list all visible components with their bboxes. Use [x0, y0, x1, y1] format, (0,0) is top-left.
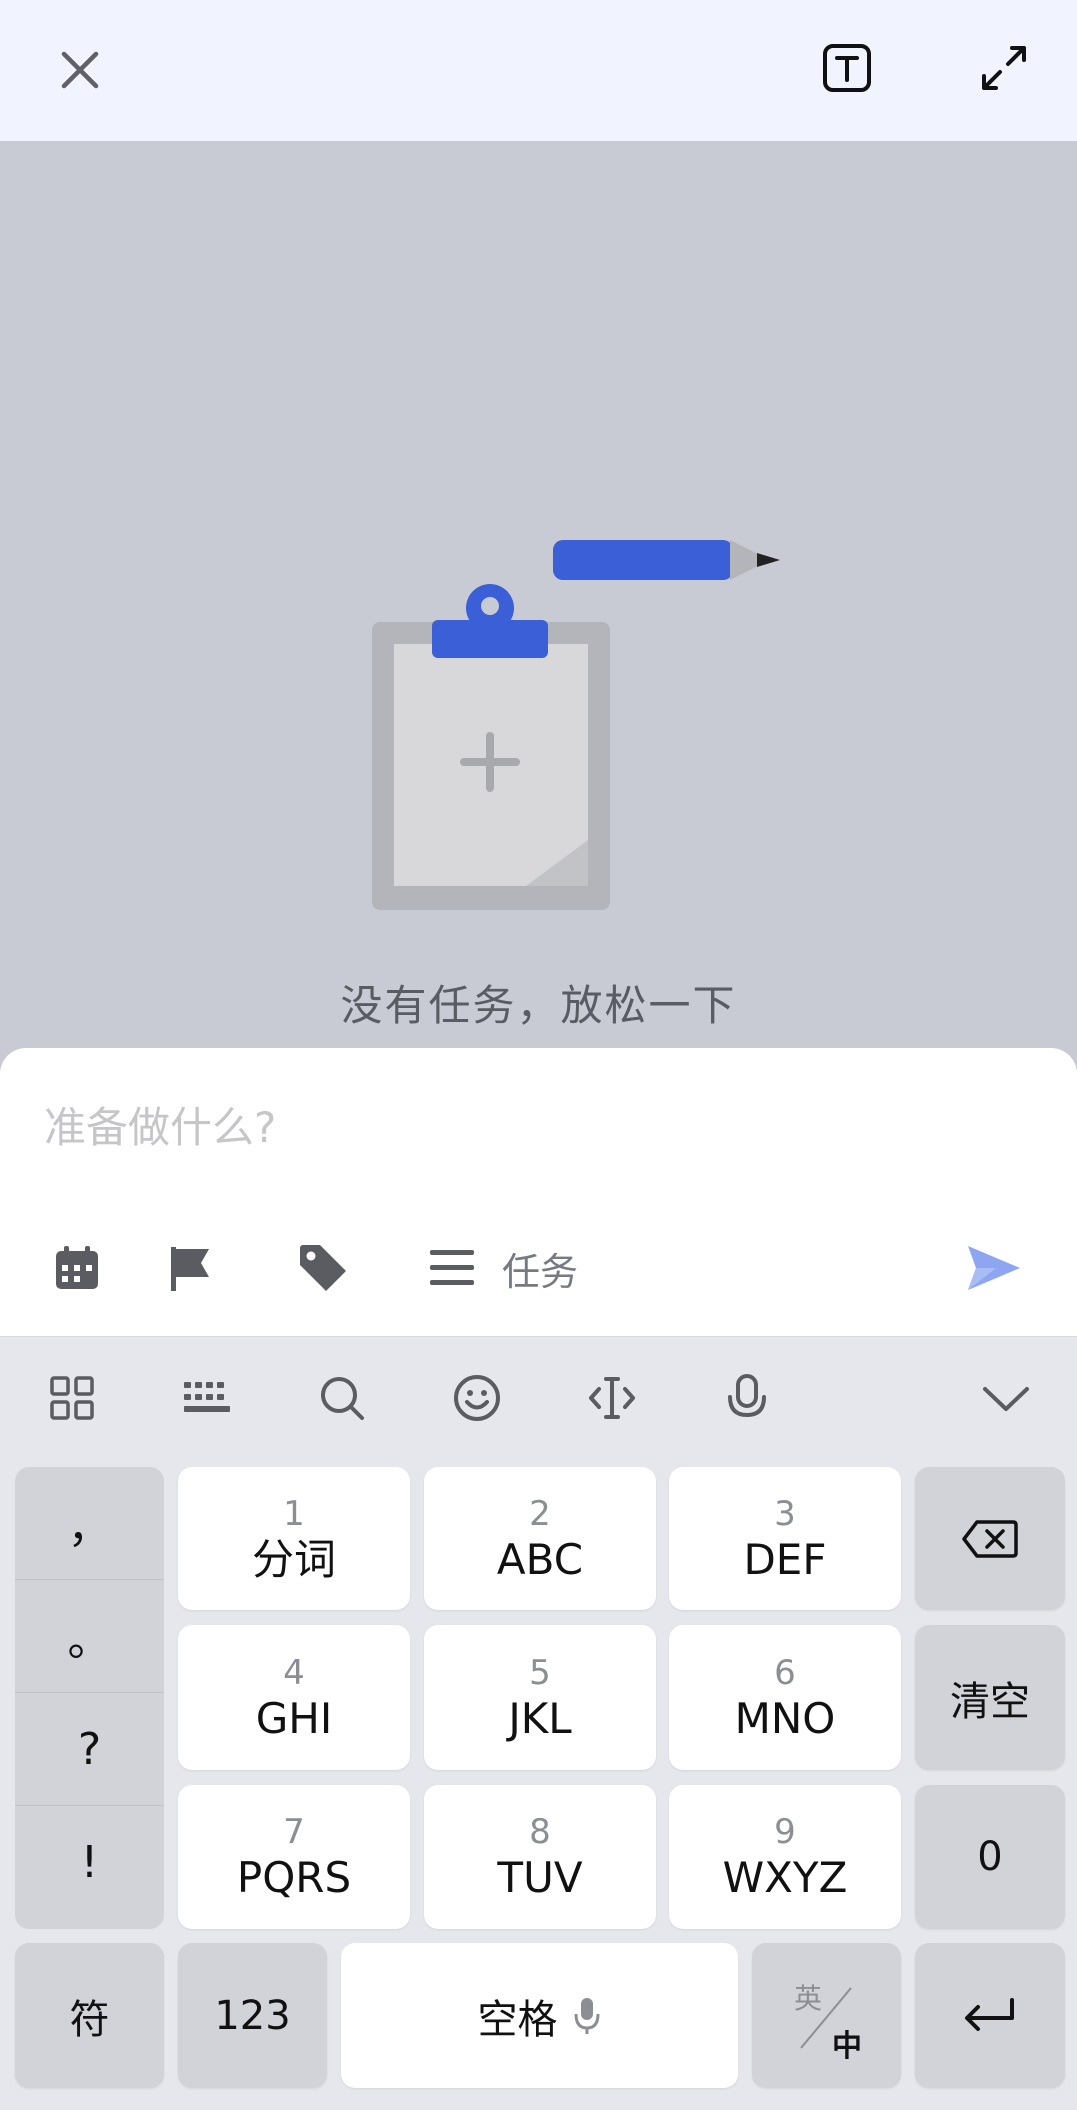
key-4[interactable]: 4 GHI — [178, 1625, 410, 1770]
punct-key[interactable]: 。 — [15, 1580, 164, 1693]
kb-toolbar-cursor[interactable] — [580, 1366, 644, 1430]
key-letters: DEF — [743, 1534, 827, 1584]
close-button[interactable] — [40, 30, 120, 110]
key-number: 4 — [283, 1652, 305, 1693]
key-number: 1 — [283, 1493, 305, 1534]
kb-toolbar-emoji[interactable] — [445, 1366, 509, 1430]
key-number: 2 — [529, 1493, 551, 1534]
text-mode-button[interactable] — [807, 28, 887, 108]
keyboard-icon — [184, 1382, 230, 1412]
send-button[interactable] — [962, 1236, 1026, 1300]
empty-state-message: 没有任务，放松一下 — [340, 981, 737, 1030]
numeric-label: 123 — [214, 1992, 291, 2039]
key-number: 7 — [283, 1812, 305, 1852]
cursor-icon — [589, 1377, 635, 1419]
key-letters: WXYZ — [722, 1853, 848, 1902]
grid-icon — [50, 1376, 94, 1420]
zero-label: 0 — [977, 1834, 1003, 1880]
microphone-icon — [728, 1374, 766, 1418]
key-number: 9 — [774, 1812, 796, 1852]
key-number: 3 — [774, 1493, 796, 1534]
expand-button[interactable] — [964, 28, 1044, 108]
kb-toolbar-keyboard[interactable] — [175, 1366, 239, 1430]
enter-icon — [965, 1997, 1014, 2031]
key-5[interactable]: 5 JKL — [424, 1625, 656, 1770]
space-label: 空格 — [477, 1996, 558, 2043]
list-label: 任务 — [502, 1249, 579, 1294]
key-letters: ABC — [496, 1534, 584, 1584]
language-switch-key[interactable]: 英 中 — [752, 1943, 901, 2088]
close-icon — [61, 51, 99, 89]
key-2[interactable]: 2 ABC — [424, 1467, 656, 1610]
punct-key[interactable]: ? — [15, 1693, 164, 1806]
key-letters: JKL — [508, 1693, 572, 1743]
punctuation-column: ， 。 ? ! — [15, 1467, 164, 1929]
text-box-icon — [823, 44, 871, 92]
key-7[interactable]: 7 PQRS — [178, 1785, 410, 1929]
space-key[interactable]: 空格 — [341, 1943, 738, 2088]
key-number: 6 — [774, 1652, 796, 1693]
key-number: 5 — [529, 1652, 551, 1693]
list-selector[interactable]: 任务 — [428, 1236, 578, 1300]
kb-toolbar-voice[interactable] — [715, 1366, 779, 1430]
tag-icon — [300, 1245, 346, 1291]
key-letters: 分词 — [251, 1534, 336, 1584]
clear-label: 清空 — [950, 1678, 1030, 1725]
menu-lines-icon — [430, 1250, 474, 1285]
symbol-key[interactable]: 符 — [15, 1943, 164, 2088]
numeric-key[interactable]: 123 — [178, 1943, 327, 2088]
key-number: 8 — [529, 1812, 551, 1852]
key-1[interactable]: 1 分词 — [178, 1467, 410, 1610]
priority-button[interactable] — [158, 1236, 222, 1300]
key-8[interactable]: 8 TUV — [424, 1785, 656, 1929]
key-9[interactable]: 9 WXYZ — [669, 1785, 901, 1929]
clipboard-pencil-illustration — [360, 540, 800, 930]
zero-key[interactable]: 0 — [915, 1785, 1065, 1929]
key-6[interactable]: 6 MNO — [669, 1625, 901, 1770]
top-bar — [0, 0, 1077, 141]
key-letters: GHI — [255, 1693, 333, 1743]
expand-icon — [982, 46, 1026, 90]
key-letters: TUV — [497, 1853, 583, 1902]
calendar-icon — [56, 1246, 98, 1289]
key-letters: PQRS — [236, 1853, 352, 1902]
enter-key[interactable] — [915, 1943, 1065, 2088]
chevron-down-icon — [983, 1387, 1029, 1411]
emoji-icon — [454, 1375, 500, 1421]
tag-button[interactable] — [291, 1236, 355, 1300]
punct-key[interactable]: ， — [15, 1467, 164, 1580]
backspace-key[interactable] — [915, 1467, 1065, 1610]
kb-toolbar-grid[interactable] — [40, 1366, 104, 1430]
search-icon — [321, 1377, 364, 1420]
send-icon — [968, 1246, 1020, 1290]
task-input[interactable] — [44, 1092, 1024, 1162]
date-button[interactable] — [45, 1236, 109, 1300]
kb-toolbar-collapse[interactable] — [974, 1366, 1038, 1430]
key-letters: MNO — [734, 1693, 836, 1743]
clear-key[interactable]: 清空 — [915, 1625, 1065, 1770]
key-3[interactable]: 3 DEF — [669, 1467, 901, 1610]
kb-toolbar-search[interactable] — [310, 1366, 374, 1430]
backspace-icon — [962, 1519, 1018, 1558]
lang-zh-label: 中 — [832, 2029, 862, 2064]
microphone-icon — [574, 1997, 599, 2034]
flag-icon — [171, 1247, 209, 1291]
punct-key[interactable]: ! — [15, 1806, 164, 1919]
symbol-label: 符 — [69, 1996, 110, 2043]
